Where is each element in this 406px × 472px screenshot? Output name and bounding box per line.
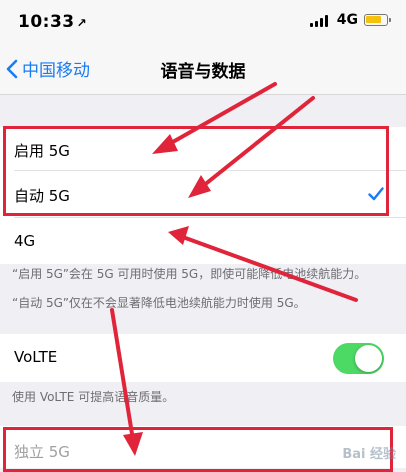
arrow-to-standalone — [110, 308, 135, 442]
arrow-head — [188, 175, 211, 198]
arrow-head — [123, 432, 143, 456]
arrow-to-4g — [178, 234, 358, 302]
annotation-arrows — [110, 82, 358, 456]
arrow-head — [152, 134, 178, 154]
arrow-head — [168, 226, 189, 245]
arrow-to-auto-5g — [196, 96, 315, 192]
watermark: Bai 经验 — [342, 447, 396, 462]
arrow-to-enable-5g — [162, 82, 277, 149]
